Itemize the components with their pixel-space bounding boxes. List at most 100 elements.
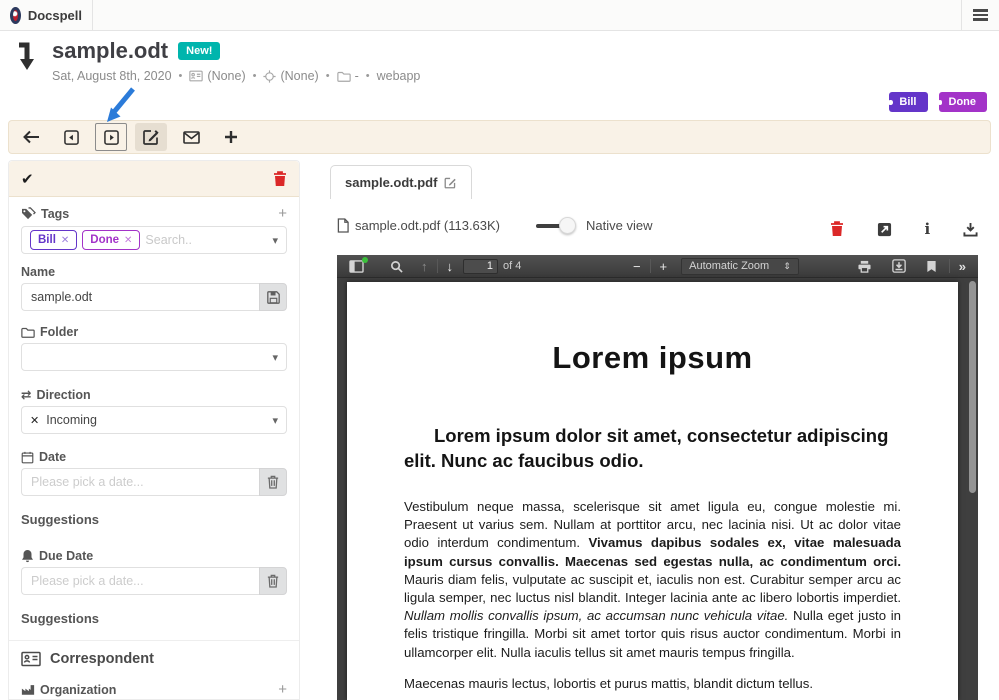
due-date-suggestions-label: Suggestions (21, 611, 287, 626)
meta-folder: - (337, 69, 359, 83)
calendar-icon (21, 451, 34, 464)
new-badge: New! (178, 42, 220, 60)
brand-name: Docspell (28, 8, 82, 23)
direction-select[interactable]: ✕ Incoming ▾ (21, 406, 287, 434)
tag-chip-bill[interactable]: Bill ✕ (30, 230, 77, 250)
pdf-viewer: ↑ ↓ of 4 − + Automatic Zoom ⇕ » (337, 255, 978, 700)
hamburger-icon (973, 9, 988, 21)
back-button[interactable] (15, 123, 47, 151)
folder-select[interactable]: ▾ (21, 343, 287, 371)
pdf-zoom-out-button[interactable]: − (627, 255, 647, 278)
date-input[interactable] (21, 468, 259, 496)
clear-due-date-button[interactable] (259, 567, 287, 595)
due-date-input[interactable] (21, 567, 259, 595)
add-files-button[interactable] (215, 123, 247, 151)
confirm-check-icon[interactable]: ✔ (21, 170, 34, 188)
tag-label-done[interactable]: Done (939, 92, 988, 112)
pdf-print-button[interactable] (851, 255, 878, 278)
name-input[interactable] (21, 283, 259, 311)
item-meta: Sat, August 8th, 2020 • (None) • (None) … (52, 69, 420, 83)
tag-label-bill[interactable]: Bill (889, 92, 927, 112)
tags-multiselect[interactable]: Bill ✕ Done ✕ Search.. ▾ (21, 226, 287, 254)
tags-search-placeholder: Search.. (145, 233, 192, 247)
menu-button[interactable] (961, 0, 999, 31)
brand-home-link[interactable]: Docspell (0, 0, 93, 31)
toggle-knob (559, 217, 576, 234)
chevron-down-icon: ▾ (272, 351, 278, 364)
direction-field-label: ⇄ Direction (21, 387, 287, 402)
direction-value: Incoming (46, 413, 97, 427)
remove-tag-icon[interactable]: ✕ (61, 235, 69, 246)
organization-field-label: Organization + (21, 681, 287, 698)
zoom-caret-icon: ⇕ (783, 261, 791, 272)
docspell-logo-icon (10, 7, 21, 24)
date-input-group (21, 468, 287, 496)
attachment-file-row: sample.odt.pdf (113.63K) Native view (337, 218, 652, 233)
meta-correspondent: (None) (189, 69, 245, 83)
pdf-prev-page-button[interactable]: ↑ (415, 255, 434, 278)
pdf-scrollbar-thumb[interactable] (969, 281, 976, 493)
pdf-search-button[interactable] (384, 255, 409, 278)
date-suggestions-label: Suggestions (21, 512, 287, 527)
pdf-page-input[interactable] (463, 259, 498, 274)
item-title: sample.odt (52, 38, 168, 64)
save-name-button[interactable] (259, 283, 287, 311)
top-navbar: Docspell (0, 0, 999, 31)
exchange-icon: ⇄ (21, 387, 31, 402)
pdf-zoom-select[interactable]: Automatic Zoom ⇕ (681, 258, 799, 275)
separator-dot: • (253, 70, 257, 82)
sidebar-notification-dot (362, 257, 368, 263)
pdf-paragraph-1: Vestibulum neque massa, scelerisque sit … (404, 498, 901, 662)
separator-dot: • (326, 70, 330, 82)
item-action-toolbar (8, 120, 991, 154)
address-card-icon (189, 70, 203, 82)
chevron-down-icon: ▾ (272, 414, 278, 427)
pdf-doc-title: Lorem ipsum (404, 340, 901, 376)
clear-date-button[interactable] (259, 468, 287, 496)
name-field-label: Name (21, 265, 287, 279)
pdf-zoom-in-button[interactable]: + (654, 255, 674, 278)
separator-dot: • (366, 70, 370, 82)
level-down-icon (16, 42, 40, 83)
pdf-more-tools-button[interactable]: » (953, 255, 972, 278)
folder-field-label: Folder (21, 325, 287, 339)
pdf-paragraph-2: Maecenas mauris lectus, lobortis et puru… (404, 675, 901, 693)
crosshair-icon (263, 70, 276, 83)
clear-direction-icon[interactable]: ✕ (30, 414, 39, 427)
industry-icon (21, 683, 35, 696)
file-name-size: sample.odt.pdf (113.63K) (355, 218, 500, 233)
download-icon[interactable] (963, 222, 978, 237)
correspondent-section-header: Correspondent (21, 651, 287, 667)
delete-item-icon[interactable] (273, 171, 287, 187)
section-divider (9, 640, 299, 641)
pdf-next-page-button[interactable]: ↓ (441, 255, 460, 278)
separator-dot: • (179, 70, 183, 82)
pdf-page: Lorem ipsum Lorem ipsum dolor sit amet, … (347, 282, 958, 700)
attachment-tab[interactable]: sample.odt.pdf (330, 165, 472, 199)
remove-tag-icon[interactable]: ✕ (124, 235, 132, 246)
meta-concerning: (None) (263, 69, 318, 83)
meta-source: webapp (377, 69, 421, 83)
item-tags: Bill Done (889, 92, 987, 112)
edit-notes-button[interactable] (135, 123, 167, 151)
prev-item-button[interactable] (55, 123, 87, 151)
pdf-toolbar: ↑ ↓ of 4 − + Automatic Zoom ⇕ » (337, 255, 978, 278)
pdf-doc-subtitle: Lorem ipsum dolor sit amet, consectetur … (404, 424, 901, 474)
panel-header: ✔ (9, 161, 299, 197)
native-view-label: Native view (586, 218, 652, 233)
tag-chip-done[interactable]: Done ✕ (82, 230, 140, 250)
send-mail-button[interactable] (175, 123, 207, 151)
add-organization-button[interactable]: + (278, 681, 287, 698)
chevron-down-icon: ▾ (272, 234, 278, 247)
native-view-toggle[interactable] (536, 224, 572, 228)
docspell-item-page: Docspell sample.odt New! Sat, August 8th… (0, 0, 999, 700)
next-item-button[interactable] (95, 123, 127, 151)
add-tag-button[interactable]: + (278, 205, 287, 222)
pdf-download-button[interactable] (886, 255, 912, 278)
pdf-bookmark-button[interactable] (920, 255, 943, 278)
pdf-sidebar-toggle[interactable] (343, 255, 370, 278)
tags-icon (21, 207, 36, 220)
open-external-icon[interactable] (877, 222, 892, 237)
delete-attachment-icon[interactable] (830, 221, 844, 237)
info-icon[interactable]: i (925, 220, 931, 238)
